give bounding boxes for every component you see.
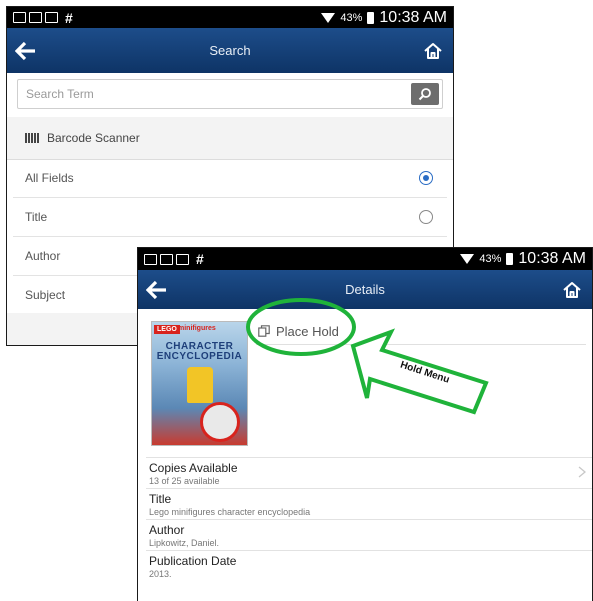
detail-label: Copies Available — [149, 461, 238, 475]
field-option-all-fields[interactable]: All Fields — [13, 159, 447, 198]
app-bar: Details — [138, 270, 592, 309]
place-hold-icon — [258, 325, 270, 337]
book-cover-image: LEGO minifigures CHARACTER ENCYCLOPEDIA — [151, 321, 248, 446]
place-hold-button[interactable]: Place Hold — [256, 318, 586, 345]
cover-badge — [200, 402, 240, 442]
home-icon[interactable] — [423, 41, 443, 61]
mail-icon — [160, 253, 173, 265]
detail-label: Publication Date — [149, 554, 237, 568]
gallery-icon — [13, 12, 26, 23]
detail-value: 13 of 25 available — [149, 476, 220, 486]
notification-icons: # — [138, 251, 204, 267]
search-button[interactable] — [411, 83, 439, 105]
message-icon — [176, 253, 189, 265]
status-time: 10:38 AM — [518, 250, 586, 267]
mail-icon — [29, 12, 42, 23]
status-bar: # 43% 10:38 AM — [138, 248, 592, 270]
app-bar: Search — [7, 28, 453, 73]
detail-value: Lego minifigures character encyclopedia — [149, 507, 311, 517]
search-icon — [418, 88, 431, 101]
status-bar: # 43% 10:38 AM — [7, 7, 453, 28]
barcode-icon — [25, 133, 40, 143]
field-option-label: Author — [25, 249, 61, 263]
detail-row-author: Author Lipkowitz, Daniel. — [146, 519, 592, 550]
message-icon — [45, 12, 58, 23]
back-arrow-icon[interactable] — [146, 280, 168, 300]
search-input[interactable] — [18, 80, 411, 108]
detail-row-publication-date: Publication Date 2013. — [146, 550, 592, 581]
barcode-scanner-label: Barcode Scanner — [47, 131, 140, 145]
battery-icon — [367, 11, 375, 24]
page-title: Search — [209, 43, 251, 58]
cover-series: minifigures — [178, 325, 216, 332]
chevron-right-icon — [578, 466, 586, 478]
cover-logo: LEGO — [154, 325, 180, 334]
field-option-label: Title — [25, 210, 48, 224]
detail-row-title: Title Lego minifigures character encyclo… — [146, 488, 592, 519]
page-title: Details — [345, 282, 385, 297]
radio-button[interactable] — [419, 210, 433, 224]
hash-icon: # — [65, 9, 73, 26]
battery-percent: 43% — [479, 253, 502, 265]
place-hold-label: Place Hold — [276, 323, 339, 339]
wifi-icon — [460, 254, 475, 264]
field-option-label: All Fields — [25, 171, 74, 185]
battery-icon — [506, 253, 514, 265]
home-icon[interactable] — [562, 280, 582, 300]
back-arrow-icon[interactable] — [15, 41, 37, 61]
radio-button-selected[interactable] — [419, 171, 433, 185]
detail-value: Lipkowitz, Daniel. — [149, 538, 220, 548]
wifi-icon — [321, 12, 336, 23]
detail-label: Author — [149, 523, 185, 537]
detail-label: Title — [149, 492, 172, 506]
gallery-icon — [144, 253, 157, 265]
field-option-label: Subject — [25, 288, 66, 302]
search-box — [17, 79, 443, 109]
status-time: 10:38 AM — [379, 8, 447, 26]
field-option-title[interactable]: Title — [13, 198, 447, 237]
minifigure-illustration — [187, 367, 213, 403]
cover-title: CHARACTER ENCYCLOPEDIA — [156, 341, 243, 362]
detail-value: 2013. — [149, 569, 172, 579]
detail-row-copies-available[interactable]: Copies Available 13 of 25 available — [146, 457, 592, 488]
battery-percent: 43% — [340, 11, 363, 24]
detail-list: Copies Available 13 of 25 available Titl… — [146, 457, 592, 581]
barcode-scanner-row[interactable]: Barcode Scanner — [7, 117, 453, 160]
hash-icon: # — [196, 251, 204, 267]
notification-icons: # — [7, 10, 73, 26]
details-screen: # 43% 10:38 AM Details LEGO minifigures … — [137, 247, 593, 601]
